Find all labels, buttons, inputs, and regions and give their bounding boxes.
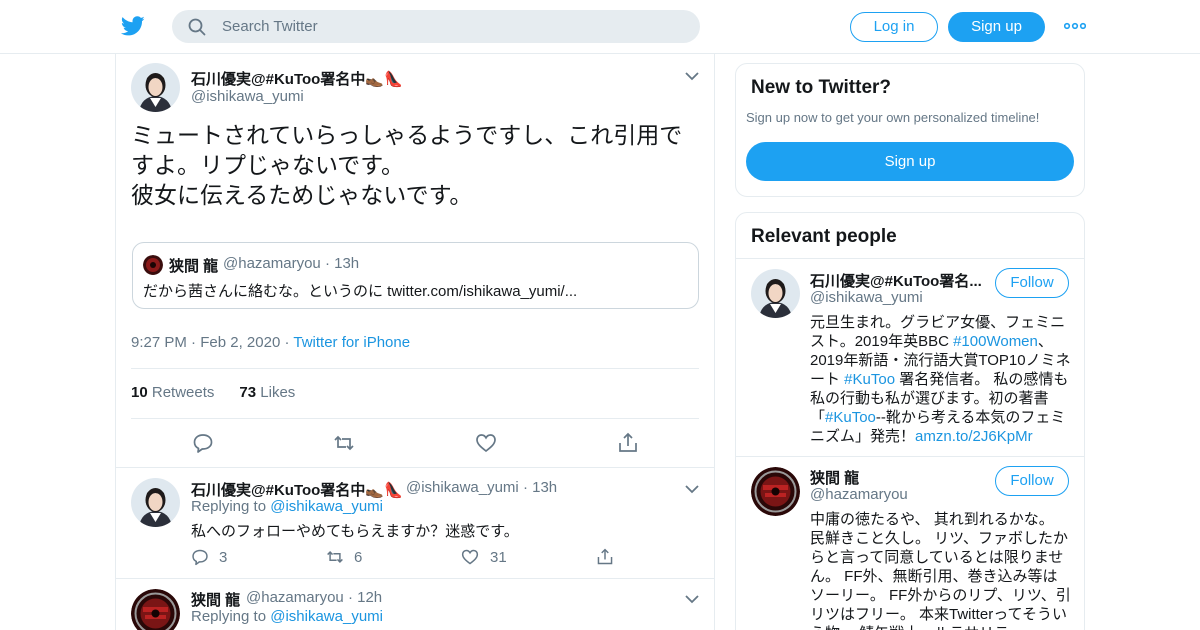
replying-to-link[interactable]: @ishikawa_yumi xyxy=(270,608,383,625)
follow-button[interactable]: Follow xyxy=(995,466,1069,496)
person-handle[interactable]: @hazamaryou xyxy=(810,486,908,503)
divider xyxy=(736,258,1084,259)
divider xyxy=(116,578,714,579)
sidebar-signup-button[interactable]: Sign up xyxy=(746,142,1074,181)
person-bio: 元旦生まれ。グラビア女優、フェミニスト。2019年英BBC #100Women、… xyxy=(810,314,1071,445)
quoted-author-meta: @hazamaryou · 13h xyxy=(223,255,360,272)
search-input[interactable] xyxy=(222,10,682,43)
like-icon[interactable] xyxy=(461,548,479,566)
person-name[interactable]: 狭間 龍 xyxy=(810,467,859,488)
signup-button[interactable]: Sign up xyxy=(948,12,1045,42)
reply-time[interactable]: 12h xyxy=(357,589,382,606)
avatar[interactable] xyxy=(131,63,180,112)
avatar[interactable] xyxy=(131,589,180,630)
reply-count: 3 xyxy=(219,549,228,566)
hashtag-link[interactable]: #KuToo xyxy=(825,409,876,426)
reply-text: 私へのフォローやめてもらえますか？迷惑です。 xyxy=(191,523,519,540)
tweet-source[interactable]: Twitter for iPhone xyxy=(293,334,410,351)
top-bar: Log in Sign up xyxy=(0,0,1200,54)
quoted-text: だから茜さんに絡むな。というのに twitter.com/ishikawa_yu… xyxy=(143,283,578,300)
tweet-date[interactable]: Feb 2, 2020 xyxy=(200,334,280,351)
replying-to-link[interactable]: @ishikawa_yumi xyxy=(270,498,383,515)
chevron-down-icon[interactable] xyxy=(685,484,699,494)
tweet-text: ミュートされていらっしゃるようですし、これ引用ですよ。リプじゃないです。 彼女に… xyxy=(131,122,683,208)
signup-description: Sign up now to get your own personalized… xyxy=(746,110,1040,125)
chevron-down-icon[interactable] xyxy=(685,71,699,81)
tweet-actions xyxy=(131,429,691,457)
avatar[interactable] xyxy=(751,467,800,516)
tweet-author-name[interactable]: 石川優実@#KuToo署名中👞👠 xyxy=(191,68,403,89)
reply-author-handle[interactable]: @ishikawa_yumi xyxy=(406,479,519,496)
quoted-avatar xyxy=(143,255,163,275)
chevron-down-icon[interactable] xyxy=(685,594,699,604)
replying-to: Replying to @ishikawa_yumi xyxy=(191,608,383,625)
relevant-people-card: Relevant people 石川優実@#KuToo署名... @ishika… xyxy=(735,212,1085,630)
share-icon[interactable] xyxy=(617,432,639,454)
retweet-count: 6 xyxy=(354,549,363,566)
quoted-link[interactable]: twitter.com/ishikawa_yumi/... xyxy=(387,283,577,300)
tweet-stats: 10 Retweets 73 Likes xyxy=(131,384,295,401)
hashtag-link[interactable]: #100Women xyxy=(953,333,1038,350)
reply-author-name[interactable]: 狭間 龍 xyxy=(191,589,240,610)
quoted-time: 13h xyxy=(334,255,360,272)
quoted-tweet[interactable]: 狭間 龍 @hazamaryou · 13h だから茜さんに絡むな。というのに … xyxy=(132,242,699,309)
reply-author-meta: @hazamaryou · 12h xyxy=(246,589,383,606)
retweet-icon[interactable] xyxy=(333,432,355,454)
main-column: 石川優実@#KuToo署名中👞👠 @ishikawa_yumi ミュートされてい… xyxy=(115,54,715,630)
avatar[interactable] xyxy=(131,478,180,527)
login-button[interactable]: Log in xyxy=(850,12,938,42)
person-handle[interactable]: @ishikawa_yumi xyxy=(810,289,923,306)
tweet-timestamp: 9:27 PM · Feb 2, 2020 · Twitter for iPho… xyxy=(131,334,411,351)
hashtag-link[interactable]: #KuToo xyxy=(844,371,895,388)
share-icon[interactable] xyxy=(596,548,614,566)
new-to-twitter-title: New to Twitter? xyxy=(751,77,892,98)
divider xyxy=(116,467,714,468)
like-count: 31 xyxy=(490,549,507,566)
more-options-icon[interactable] xyxy=(1064,18,1086,34)
likes-stat[interactable]: 73 Likes xyxy=(239,384,295,401)
reply-icon[interactable] xyxy=(191,548,209,566)
divider xyxy=(736,456,1084,457)
person-name[interactable]: 石川優実@#KuToo署名... xyxy=(810,270,982,291)
like-icon[interactable] xyxy=(475,432,497,454)
retweet-icon[interactable] xyxy=(326,548,344,566)
tweet-time[interactable]: 9:27 PM xyxy=(131,334,187,351)
divider xyxy=(131,368,699,369)
twitter-logo-icon[interactable] xyxy=(120,14,146,38)
quoted-author-name: 狭間 龍 xyxy=(169,258,219,275)
retweets-stat[interactable]: 10 Retweets xyxy=(131,384,214,401)
quoted-author-handle: @hazamaryou xyxy=(223,255,321,272)
relevant-people-title: Relevant people xyxy=(751,226,897,247)
reply-time[interactable]: 13h xyxy=(532,479,557,496)
search-box[interactable] xyxy=(172,10,700,43)
search-icon xyxy=(188,18,206,36)
reply-icon[interactable] xyxy=(192,432,214,454)
divider xyxy=(131,418,699,419)
follow-button[interactable]: Follow xyxy=(995,268,1069,298)
new-to-twitter-card: New to Twitter? Sign up now to get your … xyxy=(735,63,1085,197)
reply-author-handle[interactable]: @hazamaryou xyxy=(246,589,344,606)
reply-author-name[interactable]: 石川優実@#KuToo署名中👞👠 xyxy=(191,479,403,500)
person-bio: 中庸の徳たるや、 其れ到れるかな。 民鮮きこと久し。 リツ、ファボしたからと言っ… xyxy=(810,511,1071,630)
bio-link[interactable]: amzn.to/2J6KpMr xyxy=(915,428,1033,445)
tweet-author-handle[interactable]: @ishikawa_yumi xyxy=(191,88,304,105)
reply-author-meta: @ishikawa_yumi · 13h xyxy=(406,479,558,496)
replying-to: Replying to @ishikawa_yumi xyxy=(191,498,383,515)
avatar[interactable] xyxy=(751,269,800,318)
